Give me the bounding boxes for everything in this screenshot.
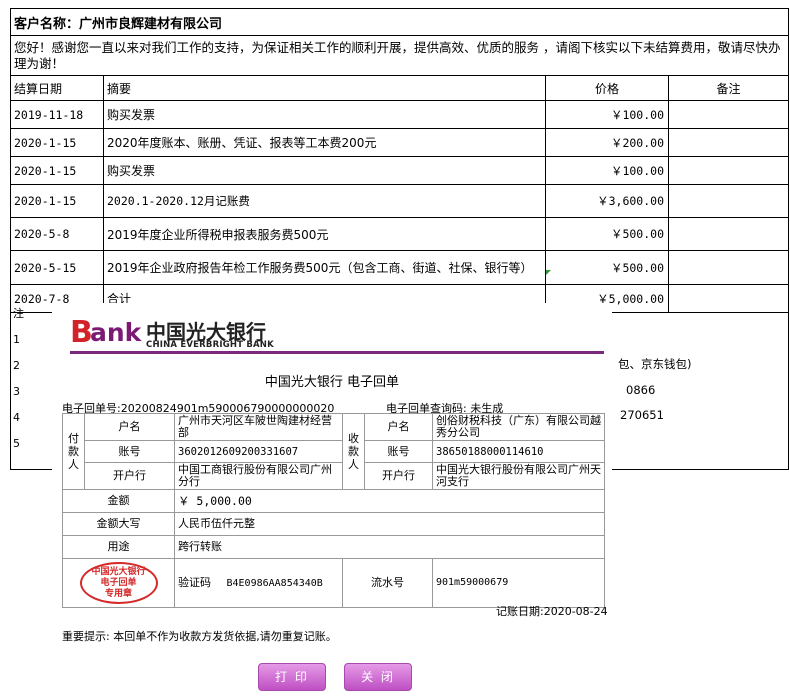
purpose-label: 用途: [62, 535, 175, 559]
row-remark: [667, 156, 790, 185]
logo-ank: ank: [90, 318, 142, 347]
row-remark: [667, 128, 790, 157]
row-date: 2020-5-8: [10, 217, 104, 251]
stamp-line: 专用章: [104, 588, 132, 599]
amount-words-label: 金额大写: [62, 512, 175, 536]
row-price: ￥200.00: [545, 128, 669, 157]
note-number: 1: [13, 333, 20, 346]
stamp-line: 中国光大银行: [91, 566, 146, 577]
note-fragment: 0866: [626, 383, 656, 397]
row-date: 2019-11-18: [10, 100, 104, 129]
row-price: ￥100.00: [545, 100, 669, 129]
payee-account-label: 账号: [364, 440, 433, 463]
amount-words: 人民币伍仟元整: [174, 512, 605, 536]
close-button[interactable]: 关 闭: [344, 663, 412, 691]
bank-receipt-dialog: B ank 中国光大银行 CHINA EVERBRIGHT BANK 中国光大银…: [52, 303, 612, 700]
verify-cell: 验证码 B4E0986AA854340B: [174, 558, 343, 608]
note-number: 2: [13, 359, 20, 372]
note-fragment: 270651: [620, 408, 664, 422]
table-row: 2020-1-15 2020.1-2020.12月记账费 ￥3,600.00: [10, 184, 790, 218]
important-tip: 重要提示: 本回单不作为收款方发货依据,请勿重复记账。: [62, 630, 337, 643]
posting-date: 记账日期:2020-08-24: [496, 605, 608, 618]
table-row: 2020-5-15 2019年企业政府报告年检工作服务费500元（包含工商、街道…: [10, 250, 790, 285]
payee-bank-label: 开户行: [364, 462, 433, 490]
payer-label: 付款人: [62, 413, 85, 490]
note-number: 3: [13, 385, 20, 398]
verify-label: 验证码: [178, 575, 211, 589]
payee-name-label: 户名: [364, 413, 433, 441]
serial-number: 901m59000679: [432, 558, 605, 608]
row-summary: 2019年度企业所得税申报表服务费500元: [103, 217, 546, 251]
verify-code: B4E0986AA854340B: [226, 577, 323, 589]
stamp-line: 电子回单: [100, 577, 137, 588]
row-remark: [667, 184, 790, 218]
row-summary: 2020.1-2020.12月记账费: [103, 184, 546, 218]
payer-name: 广州市天河区车陂世陶建材经营部: [174, 413, 343, 441]
payer-bank: 中国工商银行股份有限公司广州分行: [174, 462, 343, 490]
row-price: ￥500.00: [545, 250, 669, 285]
note-number: 4: [13, 411, 20, 424]
amount-label: 金额: [62, 489, 175, 513]
row-remark: [667, 250, 790, 285]
header-remark: 备注: [667, 75, 790, 101]
row-date: 2020-5-15: [10, 250, 104, 285]
serial-label: 流水号: [342, 558, 433, 608]
payee-name: 创俗财税科技（广东）有限公司越秀分公司: [432, 413, 605, 441]
payee-label: 收款人: [342, 413, 365, 490]
header-divider: [70, 351, 604, 354]
receipt-table: 付款人 户名 广州市天河区车陂世陶建材经营部 收款人 户名 创俗财税科技（广东）…: [62, 413, 605, 608]
payee-account: 38650188000114610: [432, 440, 605, 463]
amount-value: ￥ 5,000.00: [174, 489, 605, 513]
header-date: 结算日期: [10, 75, 104, 101]
row-summary: 购买发票: [103, 100, 546, 129]
table-row: 2020-1-15 2020年度账本、账册、凭证、报表等工本费200元 ￥200…: [10, 128, 790, 157]
row-price: ￥500.00: [545, 217, 669, 251]
customer-name: 客户名称：广州市良辉建材有限公司: [9, 8, 790, 36]
table-row: 2019-11-18 购买发票 ￥100.00: [10, 100, 790, 129]
payer-name-label: 户名: [84, 413, 175, 441]
row-summary: 2019年企业政府报告年检工作服务费500元（包含工商、街道、社保、银行等）: [103, 250, 546, 285]
row-date: 2020-1-15: [10, 128, 104, 157]
greeting-text: 您好！感谢您一直以来对我们工作的支持，为保证相关工作的顺利开展，提供高效、优质的…: [9, 35, 790, 76]
table-row: 2020-1-15 购买发票 ￥100.00: [10, 156, 790, 185]
row-remark: [667, 284, 790, 313]
stamp-cell: 中国光大银行 电子回单 专用章: [62, 558, 175, 608]
note-fragment: 包、京东钱包): [618, 357, 692, 371]
header-summary: 摘要: [103, 75, 546, 101]
table-row: 2020-5-8 2019年度企业所得税申报表服务费500元 ￥500.00: [10, 217, 790, 251]
logo-english-name: CHINA EVERBRIGHT BANK: [146, 340, 274, 350]
bank-seal-stamp: 中国光大银行 电子回单 专用章: [79, 562, 158, 604]
row-summary: 购买发票: [103, 156, 546, 185]
header-price: 价格: [545, 75, 669, 101]
receipt-title: 中国光大银行 电子回单: [264, 375, 400, 390]
cell-comment-marker: [546, 270, 551, 275]
note-number: 5: [13, 437, 20, 450]
payer-bank-label: 开户行: [84, 462, 175, 490]
row-remark: [667, 217, 790, 251]
payee-bank: 中国光大银行股份有限公司广州天河支行: [432, 462, 605, 490]
row-price: ￥3,600.00: [545, 184, 669, 218]
row-date: 2020-1-15: [10, 184, 104, 218]
payer-account: 3602012609200331607: [174, 440, 343, 463]
row-remark: [667, 100, 790, 129]
print-button[interactable]: 打 印: [258, 663, 326, 691]
row-summary: 2020年度账本、账册、凭证、报表等工本费200元: [103, 128, 546, 157]
logo-b: B: [70, 315, 93, 350]
purpose-value: 跨行转账: [174, 535, 605, 559]
notes-first-char: 注: [13, 307, 24, 320]
row-date: 2020-1-15: [10, 156, 104, 185]
row-price: ￥100.00: [545, 156, 669, 185]
payer-account-label: 账号: [84, 440, 175, 463]
